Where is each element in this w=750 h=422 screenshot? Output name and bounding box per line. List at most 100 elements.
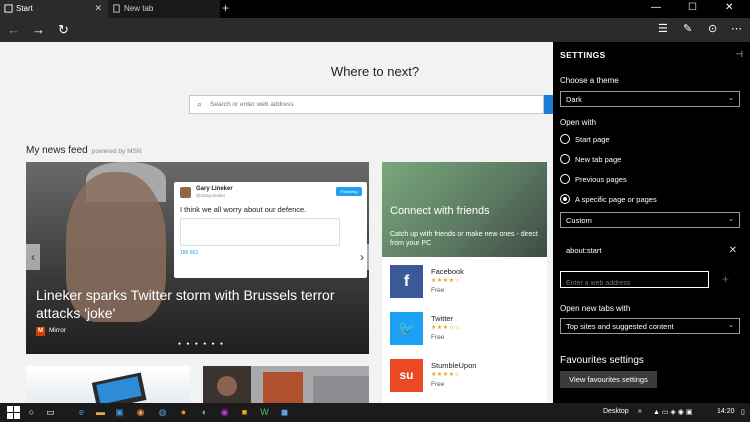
tab-bar: Start ✕ New tab + — ☐ ✕ bbox=[0, 0, 750, 18]
search-go-button[interactable] bbox=[544, 95, 553, 114]
media-icon[interactable]: ◉ bbox=[218, 406, 231, 419]
open-with-label: Open with bbox=[560, 118, 597, 127]
mirror-logo-icon: M bbox=[36, 327, 45, 336]
news-thumbnail-street[interactable] bbox=[203, 366, 369, 403]
favourites-title: Favourites settings bbox=[560, 355, 644, 366]
theme-select[interactable]: Dark ⌄ bbox=[560, 91, 740, 107]
new-tabs-value: Top sites and suggested content bbox=[566, 322, 674, 331]
carousel-dots[interactable]: ● ● ● ● ● ● bbox=[178, 341, 225, 347]
tweet-name: Gary Lineker bbox=[196, 186, 233, 192]
connect-friends-card[interactable]: Connect with friends Catch up with frien… bbox=[382, 162, 547, 257]
hero-news-card[interactable]: Gary Lineker @GaryLineker Following I th… bbox=[26, 162, 369, 354]
search-input[interactable] bbox=[210, 98, 530, 111]
remove-page-icon[interactable]: ✕ bbox=[729, 245, 737, 256]
next-story-button[interactable]: › bbox=[355, 244, 369, 270]
web-address-field[interactable] bbox=[560, 271, 709, 291]
writer-icon[interactable]: W bbox=[258, 406, 271, 419]
minimize-button[interactable]: — bbox=[651, 2, 661, 13]
custom-page-url: about:start bbox=[566, 246, 602, 255]
firefox-icon[interactable]: ● bbox=[177, 406, 190, 419]
store-icon[interactable]: ▣ bbox=[113, 406, 126, 419]
taskbar: ○ ▭ e ▬ ▣ ◉ ◍ ● ◐ ◉ ■ W ◼ Desktop » ▲ ▭ … bbox=[0, 403, 750, 422]
close-window-button[interactable]: ✕ bbox=[725, 2, 733, 13]
radio-specific-pages[interactable]: A specific page or pages bbox=[560, 194, 740, 206]
radio-circle-selected bbox=[560, 194, 570, 204]
street-photo-image bbox=[203, 366, 369, 403]
new-tab-button[interactable]: + bbox=[222, 1, 229, 15]
app-price: Free bbox=[431, 381, 445, 388]
radio-new-tab-page[interactable]: New tab page bbox=[560, 154, 740, 166]
hero-source-label: Mirror bbox=[49, 327, 66, 334]
app-stumbleupon[interactable]: su StumbleUpon ★★★★☆ Free bbox=[390, 359, 540, 399]
tweet-stats: 189 663 bbox=[180, 250, 199, 256]
new-tabs-select[interactable]: Top sites and suggested content ⌄ bbox=[560, 318, 740, 334]
maximize-button[interactable]: ☐ bbox=[688, 2, 697, 13]
tweet-handle: @GaryLineker bbox=[196, 193, 226, 198]
forward-icon[interactable]: → bbox=[32, 22, 45, 37]
tray-icons[interactable]: ▲ ▭ ◈ ◉ ▣ bbox=[653, 408, 692, 416]
radio-label: A specific page or pages bbox=[575, 195, 657, 204]
more-icon[interactable]: ⋯ bbox=[731, 22, 742, 35]
task-view-icon[interactable]: ▭ bbox=[44, 406, 57, 419]
theme-label: Choose a theme bbox=[560, 76, 619, 85]
edge-icon bbox=[4, 4, 13, 13]
tweet-image: Gary Lineker @GaryLineker Following I th… bbox=[174, 182, 367, 278]
clock[interactable]: 14:20 bbox=[717, 408, 735, 415]
app-twitter[interactable]: 🐦 Twitter ★★★☆☆ Free bbox=[390, 312, 540, 352]
start-icon[interactable] bbox=[7, 406, 20, 419]
edge-window: Start ✕ New tab + — ☐ ✕ ← → ↻ ☰ ✎ ⊙ ⋯ Wh… bbox=[0, 0, 750, 422]
app-facebook[interactable]: f Facebook ★★★★☆ Free bbox=[390, 265, 540, 305]
previous-story-button[interactable]: ‹ bbox=[26, 244, 40, 270]
radio-circle bbox=[560, 134, 570, 144]
app-icon[interactable]: ◍ bbox=[156, 406, 169, 419]
chevron-down-icon: ⌄ bbox=[728, 322, 734, 329]
app-name: Facebook bbox=[431, 267, 464, 276]
hero-source: M Mirror bbox=[36, 327, 66, 336]
web-address-input[interactable] bbox=[561, 276, 708, 291]
tab-new-tab-label: New tab bbox=[124, 4, 154, 13]
pages-select[interactable]: Custom ⌄ bbox=[560, 212, 740, 228]
desktop-toolbar[interactable]: Desktop bbox=[603, 408, 629, 415]
notifications-icon[interactable]: ▯ bbox=[741, 408, 745, 416]
search-box[interactable]: ⌕ bbox=[189, 95, 544, 114]
page-heading: Where to next? bbox=[330, 64, 420, 79]
hero-headline[interactable]: Lineker sparks Twitter storm with Brusse… bbox=[36, 286, 366, 322]
back-icon[interactable]: ← bbox=[7, 22, 20, 37]
navigation-bar: ← → ↻ ☰ ✎ ⊙ ⋯ bbox=[0, 18, 750, 42]
radio-start-page[interactable]: Start page bbox=[560, 134, 740, 146]
app-icon[interactable]: ◼ bbox=[278, 406, 291, 419]
radio-circle bbox=[560, 174, 570, 184]
twitter-icon: 🐦 bbox=[390, 312, 423, 345]
news-thumbnail-surface[interactable] bbox=[26, 366, 190, 403]
pin-icon[interactable]: ⊣ bbox=[735, 49, 743, 60]
app-name: StumbleUpon bbox=[431, 361, 477, 370]
radio-previous-pages[interactable]: Previous pages bbox=[560, 174, 740, 186]
tab-start[interactable]: Start ✕ bbox=[0, 0, 108, 18]
connect-heading: Connect with friends bbox=[390, 205, 490, 217]
tab-close-icon[interactable]: ✕ bbox=[94, 3, 102, 14]
refresh-icon[interactable]: ↻ bbox=[58, 22, 69, 38]
add-page-icon[interactable]: + bbox=[722, 272, 729, 286]
view-favourites-button[interactable]: View favourites settings bbox=[560, 371, 657, 388]
edge-icon[interactable]: e bbox=[75, 406, 88, 419]
settings-title: SETTINGS bbox=[560, 50, 606, 60]
chrome-icon[interactable]: ◉ bbox=[134, 406, 147, 419]
tweet-avatar bbox=[180, 187, 191, 198]
surface-tablet-image bbox=[91, 372, 147, 403]
settings-panel: SETTINGS ⊣ Choose a theme Dark ⌄ Open wi… bbox=[553, 42, 750, 403]
app-name: Twitter bbox=[431, 314, 454, 323]
toolbar-chevron[interactable]: » bbox=[638, 408, 642, 415]
new-tabs-label: Open new tabs with bbox=[560, 304, 631, 313]
app-icon[interactable]: ■ bbox=[238, 406, 251, 419]
hub-icon[interactable]: ☰ bbox=[658, 22, 668, 35]
web-note-icon[interactable]: ✎ bbox=[683, 22, 692, 35]
share-icon[interactable]: ⊙ bbox=[708, 22, 717, 35]
radio-label: New tab page bbox=[575, 155, 622, 164]
page-icon bbox=[113, 4, 120, 13]
search-icon[interactable]: ○ bbox=[25, 406, 38, 419]
connect-description: Catch up with friends or make new ones -… bbox=[390, 231, 538, 247]
file-explorer-icon[interactable]: ▬ bbox=[94, 406, 107, 419]
app-rating: ★★★☆☆ bbox=[431, 325, 461, 331]
tab-new-tab[interactable]: New tab bbox=[108, 0, 220, 18]
app-icon[interactable]: ◐ bbox=[198, 406, 211, 419]
